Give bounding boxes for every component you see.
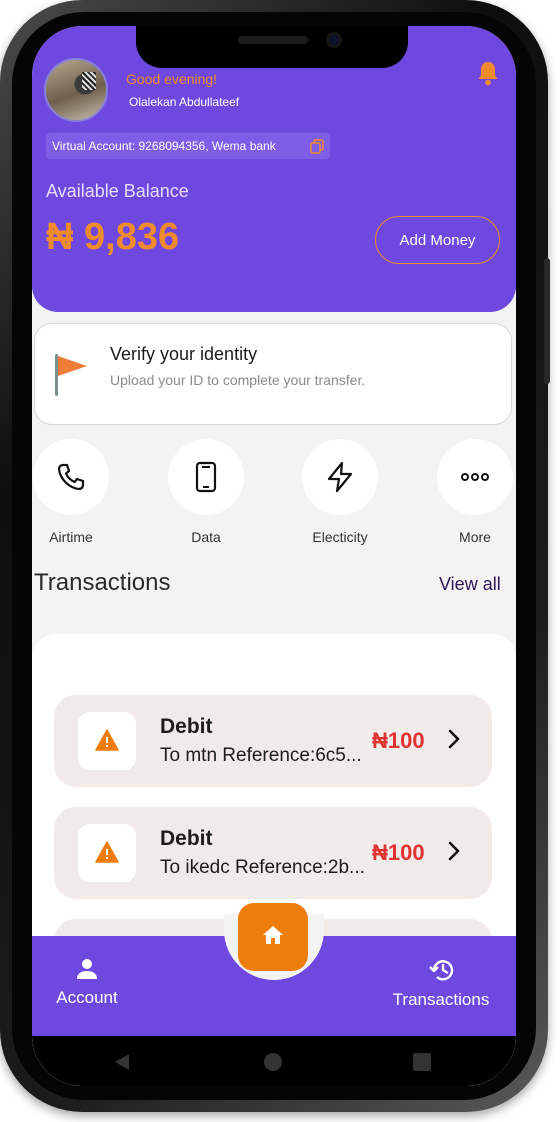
back-icon[interactable] <box>112 1052 132 1072</box>
transactions-title: Transactions <box>34 569 171 596</box>
view-all-link[interactable]: View all <box>439 574 501 595</box>
virtual-account-chip[interactable]: Virtual Account: 9268094356, Wema bank <box>46 133 330 159</box>
home-icon <box>263 926 283 944</box>
quick-action-data[interactable]: Data <box>167 439 245 545</box>
speaker <box>238 36 308 44</box>
warning-triangle-icon <box>95 729 119 751</box>
balance-header: Good evening! Olalekan Abdullateef Virtu… <box>32 26 516 312</box>
home-button[interactable] <box>238 903 308 971</box>
person-icon <box>77 959 97 979</box>
nav-account-label: Account <box>56 988 118 1007</box>
transaction-type: Debit <box>160 827 213 850</box>
quick-action-label: Airtime <box>49 529 93 545</box>
transaction-amount: ₦100 <box>372 840 425 865</box>
quick-action-label: More <box>459 529 491 545</box>
quick-action-circle <box>437 439 513 515</box>
balance-label: Available Balance <box>46 181 189 201</box>
quick-action-circle <box>302 439 378 515</box>
quick-action-circle <box>33 439 109 515</box>
quick-action-circle <box>168 439 244 515</box>
bell-icon[interactable] <box>476 60 500 86</box>
verify-subtitle: Upload your ID to complete your transfer… <box>110 372 366 388</box>
username-text: Olalekan Abdullateef <box>129 95 240 109</box>
transaction-icon-box <box>78 712 136 770</box>
transaction-icon-box <box>78 824 136 882</box>
flag-icon <box>55 354 87 396</box>
transaction-description: To mtn Reference:6c5... <box>160 745 362 766</box>
transaction-amount: ₦100 <box>372 728 425 753</box>
nav-transactions-label: Transactions <box>392 990 490 1009</box>
camera <box>326 32 342 48</box>
phone-frame: Good evening! Olalekan Abdullateef Virtu… <box>0 0 550 1112</box>
bottom-navigation: Account Transactions <box>32 903 516 1036</box>
chevron-right-icon[interactable] <box>446 728 462 750</box>
copy-icon[interactable] <box>310 139 324 154</box>
virtual-account-text: Virtual Account: 9268094356, Wema bank <box>52 139 276 153</box>
system-nav-bar <box>32 1036 516 1086</box>
history-icon <box>429 960 454 981</box>
avatar[interactable] <box>44 58 108 122</box>
nav-account[interactable]: Account <box>54 958 120 1008</box>
quick-action-label: Electicity <box>312 529 368 545</box>
balance-value: ₦ 9,836 <box>46 216 180 258</box>
quick-action-more[interactable]: More <box>436 439 514 545</box>
warning-triangle-icon <box>95 841 119 863</box>
phone-notch <box>136 26 408 68</box>
nav-transactions[interactable]: Transactions <box>386 958 496 1010</box>
recents-icon[interactable] <box>412 1052 432 1072</box>
quick-action-label: Data <box>191 529 221 545</box>
verify-title: Verify your identity <box>110 344 258 364</box>
lightning-icon <box>327 461 353 493</box>
app-screen: Good evening! Olalekan Abdullateef Virtu… <box>32 26 516 1086</box>
chevron-right-icon[interactable] <box>446 840 462 862</box>
mobile-device-icon <box>195 461 217 493</box>
transaction-item[interactable]: Debit To mtn Reference:6c5... ₦100 <box>54 695 492 787</box>
home-circle-icon[interactable] <box>263 1052 283 1072</box>
transaction-description: To ikedc Reference:2b... <box>160 857 365 878</box>
phone-icon <box>57 463 85 491</box>
more-dots-icon <box>461 473 489 481</box>
transaction-item[interactable]: Debit To ikedc Reference:2b... ₦100 <box>54 807 492 899</box>
quick-action-airtime[interactable]: Airtime <box>32 439 110 545</box>
verify-identity-card[interactable]: Verify your identity Upload your ID to c… <box>34 323 512 425</box>
greeting-text: Good evening! <box>126 71 218 87</box>
quick-action-electricity[interactable]: Electicity <box>301 439 379 545</box>
transaction-type: Debit <box>160 715 213 738</box>
add-money-button[interactable]: Add Money <box>375 216 500 264</box>
side-button <box>544 258 550 384</box>
